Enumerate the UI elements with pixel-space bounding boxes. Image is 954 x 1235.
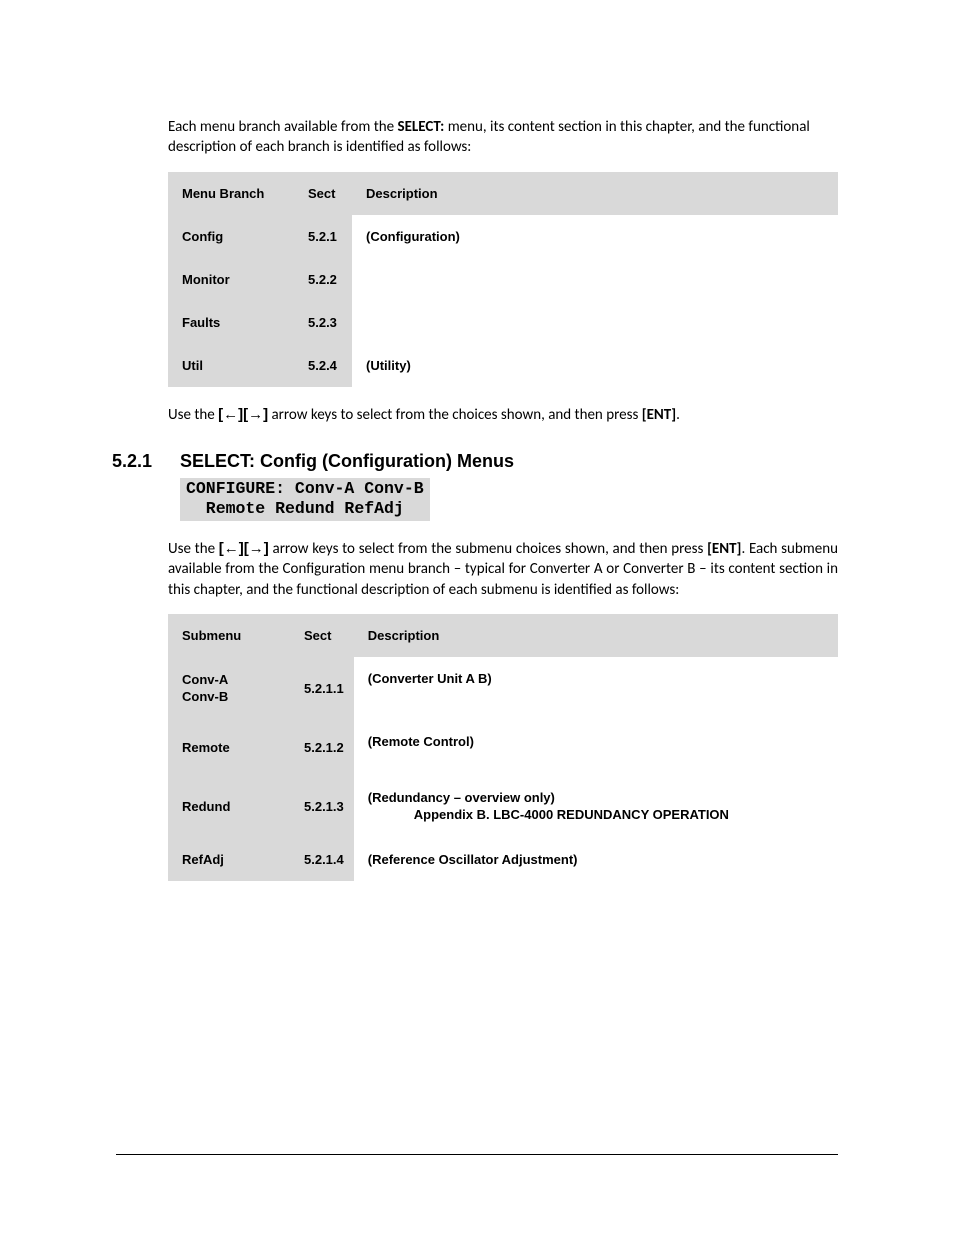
- cell-sect: 5.2.1.3: [290, 775, 354, 838]
- cell-sect: 5.2.2: [294, 258, 352, 301]
- cell-submenu: RefAdj: [168, 838, 290, 881]
- page: Each menu branch available from the SELE…: [0, 0, 954, 1235]
- table-row: Conv-A Conv-B 5.2.1.1 (Converter Unit A …: [168, 657, 838, 720]
- cell-sect: 5.2.1: [294, 215, 352, 258]
- text: .: [676, 406, 680, 424]
- cell-branch: Config: [168, 215, 294, 258]
- intro-paragraph: Each menu branch available from the SELE…: [168, 117, 838, 158]
- cell-desc: (Remote Control): [354, 720, 838, 775]
- text: arrow keys to select from the choices sh…: [268, 406, 642, 424]
- desc-line1: (Redundancy – overview only): [368, 790, 555, 805]
- arrow-keys: [←][→]: [219, 540, 269, 557]
- select-bold: SELECT:: [398, 118, 445, 136]
- table-row: Monitor 5.2.2: [168, 258, 838, 301]
- cell-sect: 5.2.1.1: [290, 657, 354, 720]
- lcd-display-block: CONFIGURE: Conv-A Conv-B Remote Redund R…: [180, 478, 430, 521]
- ent-key: [ENT]: [707, 540, 741, 558]
- cell-desc: (Redundancy – overview only) Appendix B.…: [354, 775, 838, 838]
- table-header-row: Menu Branch Sect Description: [168, 172, 838, 215]
- th-menu-branch: Menu Branch: [168, 172, 294, 215]
- menu-branch-table: Menu Branch Sect Description Config 5.2.…: [168, 172, 838, 387]
- text: Each menu branch available from the: [168, 118, 398, 136]
- table-row: RefAdj 5.2.1.4 (Reference Oscillator Adj…: [168, 838, 838, 881]
- section-title: SELECT: Config (Configuration) Menus: [180, 451, 514, 471]
- cell-sect: 5.2.4: [294, 344, 352, 387]
- cell-desc: (Configuration): [352, 215, 838, 258]
- section-number: 5.2.1: [112, 451, 180, 472]
- th-description: Description: [352, 172, 838, 215]
- cell-submenu: Redund: [168, 775, 290, 838]
- table-row: Redund 5.2.1.3 (Redundancy – overview on…: [168, 775, 838, 838]
- cell-desc: (Reference Oscillator Adjustment): [354, 838, 838, 881]
- cell-branch: Faults: [168, 301, 294, 344]
- cell-submenu: Conv-A Conv-B: [168, 657, 290, 720]
- cell-sect: 5.2.3: [294, 301, 352, 344]
- cell-desc: [352, 258, 838, 344]
- text: Use the: [168, 406, 218, 424]
- cell-desc: (Utility): [352, 344, 838, 387]
- table-row: Remote 5.2.1.2 (Remote Control): [168, 720, 838, 775]
- cell-desc: (Converter Unit A B): [354, 657, 838, 720]
- arrow-keys: [←][→]: [218, 406, 268, 423]
- section-heading: 5.2.1SELECT: Config (Configuration) Menu…: [112, 451, 838, 472]
- table-header-row: Submenu Sect Description: [168, 614, 838, 657]
- cell-branch: Monitor: [168, 258, 294, 301]
- text: Use the: [168, 540, 219, 558]
- cell-sect: 5.2.1.4: [290, 838, 354, 881]
- text: arrow keys to select from the submenu ch…: [269, 540, 707, 558]
- cell-branch: Util: [168, 344, 294, 387]
- table-row: Util 5.2.4 (Utility): [168, 344, 838, 387]
- th-sect: Sect: [294, 172, 352, 215]
- submenu-table: Submenu Sect Description Conv-A Conv-B 5…: [168, 614, 838, 881]
- hint-paragraph-2: Use the [←][→] arrow keys to select from…: [168, 539, 838, 600]
- hint-paragraph: Use the [←][→] arrow keys to select from…: [168, 405, 838, 425]
- cell-sect: 5.2.1.2: [290, 720, 354, 775]
- ent-key: [ENT]: [642, 406, 676, 424]
- footer-rule: [116, 1154, 838, 1155]
- cell-submenu: Remote: [168, 720, 290, 775]
- th-description: Description: [354, 614, 838, 657]
- table-row: Config 5.2.1 (Configuration): [168, 215, 838, 258]
- th-submenu: Submenu: [168, 614, 290, 657]
- desc-line2: Appendix B. LBC-4000 REDUNDANCY OPERATIO…: [368, 806, 828, 824]
- th-sect: Sect: [290, 614, 354, 657]
